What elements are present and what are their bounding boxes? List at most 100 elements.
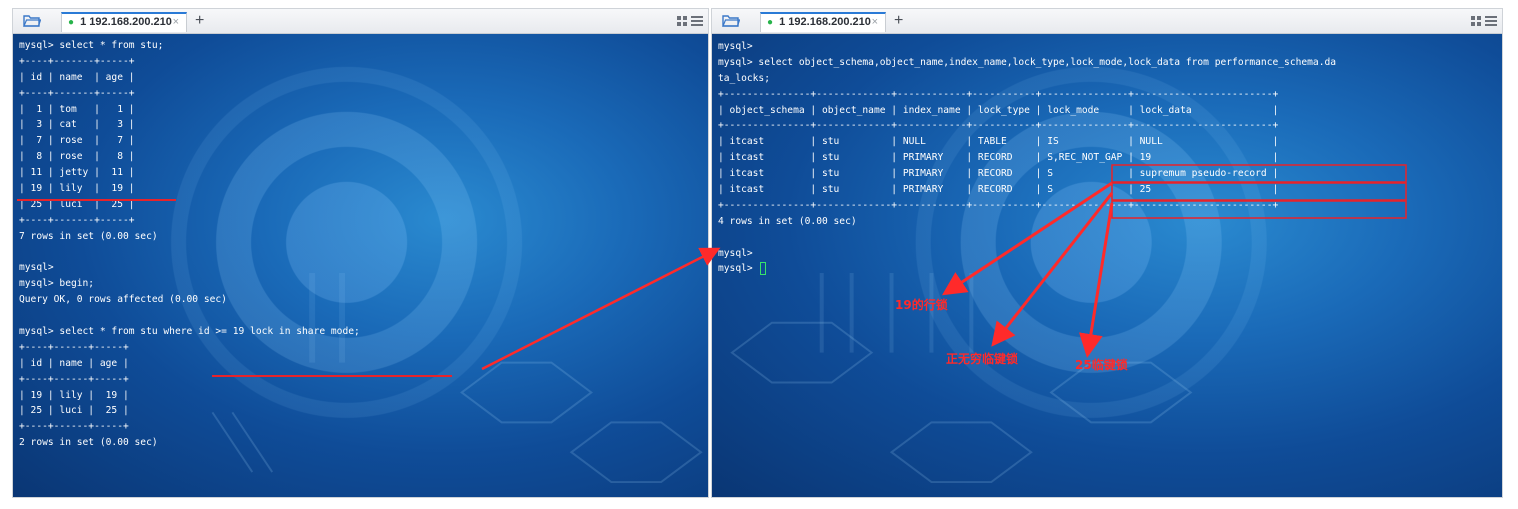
- terminal-line-text: | 3 | cat | 3 |: [19, 119, 135, 131]
- terminal-line: mysql> select * from stu;: [13, 38, 708, 54]
- annotation-label-25: 25临键锁: [1075, 358, 1128, 372]
- terminal-line: mysql>: [13, 260, 708, 276]
- terminal-line-text: +----+-------+-----+: [19, 87, 135, 99]
- annotation-label-19: 19的行锁: [895, 298, 948, 312]
- terminal-line: | 3 | cat | 3 |: [13, 117, 708, 133]
- layout-grid-icon[interactable]: [676, 15, 704, 27]
- terminal-line-text: | itcast | stu | PRIMARY | RECORD | S,RE…: [718, 152, 1279, 164]
- tab-number: 1: [80, 16, 87, 28]
- session-tab[interactable]: ● 1 192.168.200.210 ×: [760, 12, 886, 32]
- tab-bar: ● 1 192.168.200.210 × +: [13, 9, 708, 34]
- terminal-line: | id | name | age |: [13, 70, 708, 86]
- terminal-line-text: ta_locks;: [718, 72, 770, 84]
- terminal-line-text: | 8 | rose | 8 |: [19, 151, 135, 163]
- terminal-line-text: mysql> begin;: [19, 278, 95, 290]
- close-icon[interactable]: ×: [872, 14, 878, 31]
- terminal-line-text: mysql>: [718, 263, 759, 275]
- terminal-line: | 19 | lily | 19 |: [13, 181, 708, 197]
- terminal-line: 7 rows in set (0.00 sec): [13, 229, 708, 245]
- terminal-line: | 25 | luci | 25 |: [13, 197, 708, 213]
- terminal-line-text: | 25 | luci | 25 |: [19, 198, 135, 210]
- terminal-line-text: | 1 | tom | 1 |: [19, 103, 135, 115]
- terminal-line-text: mysql> select * from stu where id >= 19 …: [19, 326, 360, 338]
- terminal-line: mysql> begin;: [13, 276, 708, 292]
- tab-bar: ● 1 192.168.200.210 × +: [712, 9, 1502, 34]
- terminal-pane-left: ● 1 192.168.200.210 × + mysql> select * …: [12, 8, 709, 498]
- terminal-line-text: | id | name | age |: [19, 357, 129, 369]
- folder-icon[interactable]: [722, 15, 740, 27]
- terminal-line-text: | id | name | age |: [19, 71, 135, 83]
- terminal-line: mysql> select * from stu where id >= 19 …: [13, 324, 708, 340]
- terminal-line: +----+------+-----+: [13, 419, 708, 435]
- terminal-line: | 7 | rose | 7 |: [13, 133, 708, 149]
- terminal-line-text: | itcast | stu | PRIMARY | RECORD | S | …: [718, 184, 1279, 196]
- terminal-line-text: +----+------+-----+: [19, 373, 129, 385]
- terminal-line-text: +----+------+-----+: [19, 421, 129, 433]
- terminal-line-text: +----+-------+-----+: [19, 214, 135, 226]
- terminal-line-text: Query OK, 0 rows affected (0.00 sec): [19, 294, 227, 306]
- terminal-line: +----+-------+-----+: [13, 86, 708, 102]
- terminal-line-text: | 19 | lily | 19 |: [19, 183, 135, 195]
- terminal-line: mysql>: [712, 261, 1502, 277]
- folder-icon[interactable]: [23, 15, 41, 27]
- terminal-line-text: 2 rows in set (0.00 sec): [19, 437, 158, 449]
- terminal-line: 4 rows in set (0.00 sec): [712, 214, 1502, 230]
- annotation-label-supremum: 正无穷临键锁: [946, 352, 1019, 366]
- terminal-line-text: mysql> select object_schema,object_name,…: [718, 56, 1337, 68]
- close-icon[interactable]: ×: [173, 14, 179, 31]
- terminal-line: mysql>: [712, 246, 1502, 262]
- terminal-output[interactable]: mysql> select * from stu; +----+-------+-…: [13, 34, 708, 497]
- terminal-lines: mysql> mysql> select object_schema,object…: [712, 39, 1502, 277]
- terminal-line: +----+-------+-----+: [13, 213, 708, 229]
- terminal-line-text: +----+-------+-----+: [19, 55, 135, 67]
- terminal-line-text: +---------------+-------------+---------…: [718, 120, 1279, 132]
- terminal-line-text: +---------------+-------------+---------…: [718, 199, 1279, 211]
- terminal-line: | 8 | rose | 8 |: [13, 149, 708, 165]
- terminal-line-text: mysql> select * from stu;: [19, 40, 164, 51]
- terminal-line: | itcast | stu | PRIMARY | RECORD | S,RE…: [712, 150, 1502, 166]
- terminal-line: +----+------+-----+: [13, 340, 708, 356]
- connected-dot-icon: ●: [68, 17, 75, 28]
- terminal-line-text: | itcast | stu | NULL | TABLE | IS | NUL…: [718, 136, 1279, 148]
- terminal-line: mysql>: [712, 39, 1502, 55]
- terminal-output[interactable]: mysql> mysql> select object_schema,object…: [712, 34, 1502, 497]
- terminal-line: Query OK, 0 rows affected (0.00 sec): [13, 292, 708, 308]
- terminal-lines: mysql> select * from stu; +----+-------+-…: [13, 38, 708, 451]
- terminal-line: | 1 | tom | 1 |: [13, 102, 708, 118]
- terminal-line-text: 7 rows in set (0.00 sec): [19, 230, 158, 242]
- terminal-line: | itcast | stu | PRIMARY | RECORD | S | …: [712, 182, 1502, 198]
- plus-icon[interactable]: +: [195, 12, 204, 30]
- connected-dot-icon: ●: [767, 17, 774, 28]
- terminal-line: | object_schema | object_name | index_na…: [712, 103, 1502, 119]
- terminal-line-text: | 25 | luci | 25 |: [19, 405, 129, 417]
- terminal-pane-right: ● 1 192.168.200.210 × + mysql> mysql> se…: [711, 8, 1503, 498]
- terminal-line-text: +----+------+-----+: [19, 341, 129, 353]
- terminal-line-text: | 11 | jetty | 11 |: [19, 167, 135, 179]
- terminal-line: | 25 | luci | 25 |: [13, 403, 708, 419]
- terminal-line: +----+------+-----+: [13, 372, 708, 388]
- terminal-line: | id | name | age |: [13, 356, 708, 372]
- terminal-line-text: | 19 | lily | 19 |: [19, 389, 129, 401]
- terminal-line-text: | object_schema | object_name | index_na…: [718, 104, 1279, 116]
- terminal-line: | itcast | stu | NULL | TABLE | IS | NUL…: [712, 134, 1502, 150]
- cursor-icon: [760, 261, 767, 275]
- terminal-line: | 19 | lily | 19 |: [13, 388, 708, 404]
- terminal-line: | itcast | stu | PRIMARY | RECORD | S | …: [712, 166, 1502, 182]
- terminal-line: +---------------+-------------+---------…: [712, 198, 1502, 214]
- terminal-line: ta_locks;: [712, 71, 1502, 87]
- layout-grid-icon[interactable]: [1470, 15, 1498, 27]
- terminal-line-text: mysql>: [19, 262, 54, 274]
- terminal-line: 2 rows in set (0.00 sec): [13, 435, 708, 451]
- terminal-line-text: | itcast | stu | PRIMARY | RECORD | S | …: [718, 168, 1279, 180]
- session-tab[interactable]: ● 1 192.168.200.210 ×: [61, 12, 187, 32]
- terminal-line: mysql> select object_schema,object_name,…: [712, 55, 1502, 71]
- terminal-line: +---------------+-------------+---------…: [712, 118, 1502, 134]
- terminal-line: +----+-------+-----+: [13, 54, 708, 70]
- tab-number: 1: [779, 16, 786, 28]
- plus-icon[interactable]: +: [894, 12, 903, 30]
- terminal-line-text: 4 rows in set (0.00 sec): [718, 215, 857, 227]
- tab-label: 192.168.200.210: [788, 16, 871, 28]
